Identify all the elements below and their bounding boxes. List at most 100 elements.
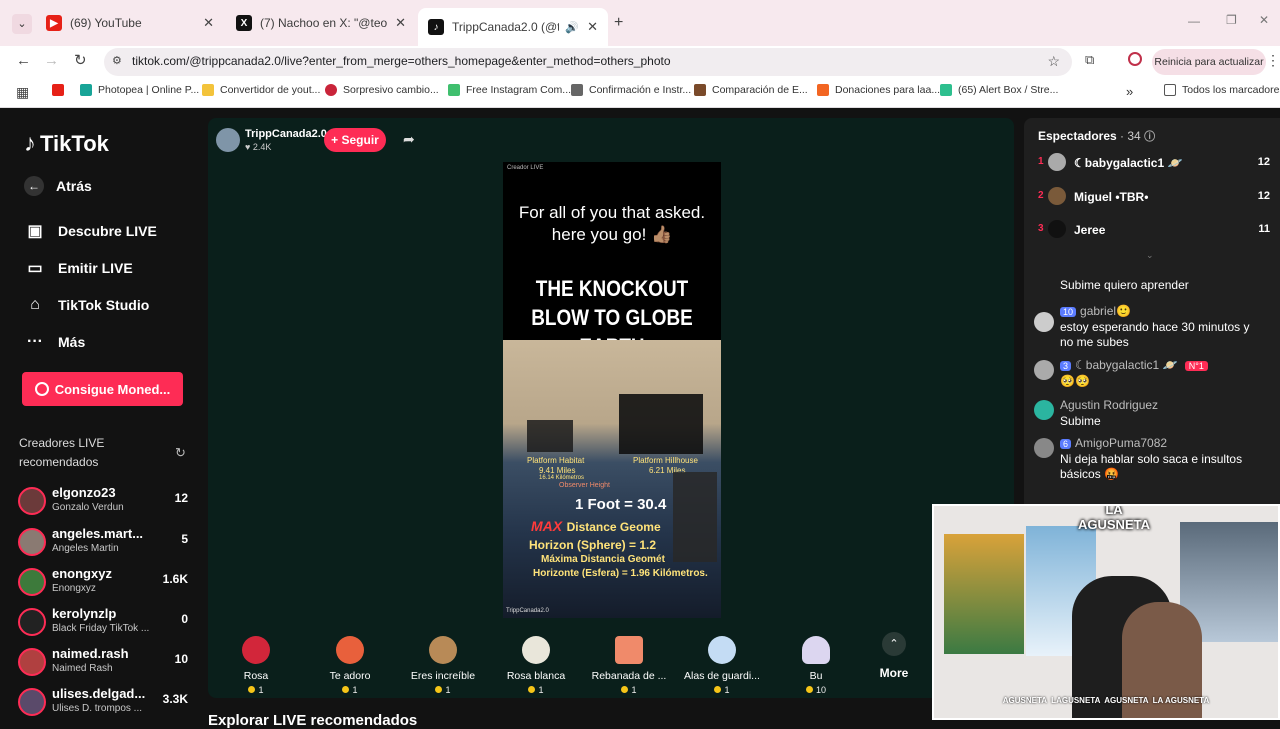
gift-rosa[interactable]: Rosa 1 — [216, 636, 296, 695]
url-text: tiktok.com/@trippcanada2.0/live?enter_fr… — [132, 54, 671, 68]
collapse-chevron-icon[interactable]: ⌄ — [1146, 250, 1154, 261]
platform-a-km: 16.14 Kilómetros — [539, 475, 585, 481]
site-info-icon[interactable]: ⚙ — [112, 54, 122, 67]
wings-icon — [708, 636, 736, 664]
gift-bu[interactable]: Bu 10 — [776, 636, 856, 695]
bookmark-photopea[interactable]: Photopea | Online P... — [80, 84, 199, 96]
bookmark-donaciones[interactable]: Donaciones para laa... — [817, 84, 940, 96]
host-avatar[interactable] — [216, 128, 240, 152]
apps-icon[interactable]: ▦ — [16, 84, 29, 101]
tv-icon: ▣ — [27, 223, 43, 240]
back-icon[interactable]: ← — [16, 52, 31, 69]
creator-item[interactable]: enongxyz Enongxyz 1.6K — [18, 566, 188, 602]
gift-alas[interactable]: Alas de guardi... 1 — [682, 636, 762, 695]
get-coins-button[interactable]: Consigue Moned... — [22, 372, 183, 406]
video-frame[interactable]: Creador LIVE For all of you that asked. … — [503, 162, 721, 618]
tab-youtube[interactable]: ▶ (69) YouTube ✕ — [36, 8, 224, 38]
webcam-overlay: LA AGUSNETA AGUSNETA LAGUSNETA AGUSNETA … — [932, 504, 1280, 720]
max-es-text: Máxima Distancia Geomét — [541, 554, 665, 565]
avatar — [1034, 400, 1054, 420]
browser-toolbar: ← → ↻ ⚙ tiktok.com/@trippcanada2.0/live?… — [0, 46, 1280, 78]
creator-item[interactable]: naimed.rash Naimed Rash 10 — [18, 646, 188, 682]
all-bookmarks[interactable]: Todos los marcadores — [1164, 84, 1280, 96]
restore-button[interactable]: ❐ — [1226, 13, 1237, 27]
chevron-up-icon: ⌃ — [882, 632, 906, 656]
creator-item[interactable]: kerolynzlp Black Friday TikTok ... 0 — [18, 606, 188, 642]
top-viewer[interactable]: 3 Jeree 11 — [1038, 219, 1272, 243]
extensions-icon[interactable]: ⧉ — [1085, 52, 1094, 68]
menu-icon[interactable]: ⋮ — [1266, 52, 1280, 69]
chat-comment: 3 ☾babygalactic1 🪐 N°1 🥺🥺 — [1034, 358, 1274, 390]
chat-comment: Agustin Rodriguez Subime — [1034, 398, 1274, 430]
bookmark-youtube[interactable] — [52, 84, 70, 96]
nav-tiktok-studio[interactable]: ⌂ TikTok Studio — [24, 294, 149, 316]
creator-item[interactable]: ulises.delgad... Ulises D. trompos ... 3… — [18, 686, 188, 722]
nav-more[interactable]: ··· Más — [24, 331, 85, 353]
hamster-icon — [429, 636, 457, 664]
top-viewer[interactable]: 2 Miguel •TBR• 12 — [1038, 186, 1272, 210]
avatar — [1048, 187, 1066, 205]
back-button[interactable]: ← Atrás — [24, 176, 92, 196]
tiktok-logo[interactable]: ♪ TikTok — [24, 130, 109, 158]
horizonte-text: Horizonte (Esfera) = 1.96 Kilómetros. — [533, 568, 708, 579]
tab-tiktok[interactable]: ♪ TrippCanada2.0 (@trippcan 🔊 ✕ — [418, 8, 608, 46]
recommended-title: Creadores LIVE recomendados — [19, 436, 105, 469]
close-tab-icon[interactable]: ✕ — [203, 15, 214, 31]
bookmark-confirmacion[interactable]: Confirmación e Instr... — [571, 84, 691, 96]
avatar — [1034, 360, 1054, 380]
address-bar[interactable]: ⚙ tiktok.com/@trippcanada2.0/live?enter_… — [104, 48, 1072, 76]
host-name[interactable]: TrippCanada2.0 — [245, 128, 327, 140]
cake-slice-icon — [615, 636, 643, 664]
minimize-button[interactable]: — — [1188, 14, 1200, 28]
close-window-button[interactable]: ✕ — [1259, 13, 1269, 27]
streamer-brand: LA AGUSNETA — [1078, 504, 1150, 532]
reload-icon[interactable]: ↻ — [74, 51, 87, 69]
avatar — [18, 688, 46, 716]
bookmark-sorpresivo[interactable]: Sorpresivo cambio... — [325, 84, 439, 96]
avatar — [18, 487, 46, 515]
bookmark-convertidor[interactable]: Convertidor de yout... — [202, 84, 320, 96]
close-tab-icon[interactable]: ✕ — [395, 15, 406, 31]
tab-search-icon[interactable]: ⌄ — [12, 14, 32, 34]
close-tab-icon[interactable]: ✕ — [587, 19, 598, 35]
avatar — [1034, 312, 1054, 332]
rose-icon — [242, 636, 270, 664]
gift-rosa-blanca[interactable]: Rosa blanca 1 — [496, 636, 576, 695]
refresh-icon[interactable]: ↻ — [175, 445, 186, 461]
new-tab-button[interactable]: + — [614, 14, 623, 32]
bookmark-star-icon[interactable]: ☆ — [1047, 53, 1060, 70]
follow-button[interactable]: + Seguir — [324, 128, 386, 152]
nav-discover-live[interactable]: ▣ Descubre LIVE — [24, 220, 156, 242]
gift-eres-increible[interactable]: Eres increíble 1 — [403, 636, 483, 695]
creator-item[interactable]: angeles.mart... Angeles Martin 5 — [18, 526, 188, 562]
recommended-live-heading: Explorar LIVE recomendados — [208, 712, 418, 729]
creator-tag: Creador LIVE — [507, 165, 544, 171]
gift-te-adoro[interactable]: Te adoro 1 — [310, 636, 390, 695]
rank-badge: N°1 — [1184, 361, 1208, 371]
nav-go-live[interactable]: ▭ Emitir LIVE — [24, 257, 132, 279]
gift-rebanada[interactable]: Rebanada de ... 1 — [589, 636, 669, 695]
viewers-header: Espectadores · 34 ⓘ — [1038, 129, 1156, 143]
guest-thumbnail[interactable] — [673, 472, 717, 562]
top-viewer[interactable]: 1 ☾babygalactic1 🪐 12 — [1038, 152, 1272, 176]
platform-b-label: Platform Hillhouse — [633, 456, 698, 465]
creator-item[interactable]: elgonzo23 Gonzalo Verdun 12 — [18, 485, 188, 521]
bookmark-instagram[interactable]: Free Instagram Com... — [448, 84, 571, 96]
avatar — [1048, 220, 1066, 238]
profile-icon[interactable] — [1128, 52, 1142, 66]
tiktok-note-icon: ♪ — [24, 130, 36, 157]
update-button[interactable]: Reinicia para actualizar — [1152, 49, 1266, 75]
bookmark-alertbox[interactable]: (65) Alert Box / Stre... — [940, 84, 1058, 96]
video-camera-icon: ▭ — [27, 260, 43, 277]
bookmarks-overflow-icon[interactable]: » — [1126, 84, 1133, 99]
info-icon[interactable]: ⓘ — [1144, 131, 1155, 143]
more-gifts-button[interactable]: ⌃ More — [874, 632, 914, 680]
youtube-icon: ▶ — [46, 15, 62, 31]
share-icon[interactable]: ➦ — [403, 131, 415, 148]
forward-icon[interactable]: → — [44, 52, 59, 69]
speaker-icon[interactable]: 🔊 — [565, 21, 579, 34]
video-watermark: TrippCanada2.0 — [506, 608, 549, 614]
tab-x[interactable]: X (7) Nachoo en X: "@teodeliaa ✕ — [226, 8, 416, 38]
avatar — [1034, 438, 1054, 458]
bookmark-comparacion[interactable]: Comparación de E... — [694, 84, 808, 96]
